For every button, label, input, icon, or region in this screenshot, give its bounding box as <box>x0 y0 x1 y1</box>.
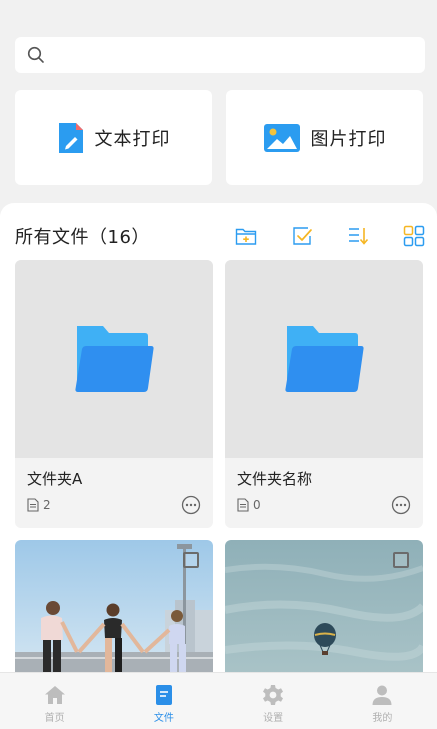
folder-card[interactable]: 文件夹名称 0 <box>225 260 423 528</box>
folder-card[interactable]: 文件夹A 2 <box>15 260 213 528</box>
tab-profile-label: 我的 <box>372 713 393 724</box>
text-print-label: 文本打印 <box>94 128 171 150</box>
grid-view-icon[interactable] <box>403 225 425 247</box>
file-count: 0 <box>237 498 261 512</box>
tab-home-label: 首页 <box>44 713 65 724</box>
multi-select-icon[interactable] <box>291 225 313 247</box>
more-options-icon[interactable] <box>181 495 201 515</box>
files-title: 所有文件（16） <box>15 227 150 248</box>
search-icon <box>27 46 44 63</box>
search-input[interactable] <box>55 43 415 67</box>
image-print-button[interactable]: 图片打印 <box>226 90 423 185</box>
tab-home[interactable]: 首页 <box>0 673 109 729</box>
photo-card[interactable] <box>15 540 213 673</box>
file-count-value: 0 <box>253 498 261 512</box>
document-icon <box>27 498 39 512</box>
folder-name: 文件夹A <box>27 470 83 488</box>
photo-card[interactable] <box>225 540 423 673</box>
bottom-tab-bar: 首页 文件 设置 我的 <box>0 672 437 729</box>
select-checkbox[interactable] <box>183 552 199 568</box>
folder-name: 文件夹名称 <box>237 470 313 488</box>
tab-settings-label: 设置 <box>263 713 284 724</box>
search-bar[interactable] <box>15 37 425 73</box>
document-icon <box>237 498 249 512</box>
folder-meta: 文件夹A 2 <box>15 458 213 528</box>
files-panel: 所有文件（16） 文件夹A 2 文件夹名称 0 <box>0 203 437 673</box>
text-print-button[interactable]: 文本打印 <box>15 90 212 185</box>
tab-files-label: 文件 <box>153 713 174 724</box>
files-header: 所有文件（16） <box>15 223 425 249</box>
user-icon <box>372 685 392 705</box>
select-checkbox[interactable] <box>393 552 409 568</box>
tab-profile[interactable]: 我的 <box>328 673 437 729</box>
new-folder-icon[interactable] <box>235 225 257 247</box>
folder-icon <box>285 326 364 392</box>
file-icon <box>155 685 172 705</box>
folder-thumbnail <box>15 260 213 458</box>
sort-icon[interactable] <box>347 225 369 247</box>
tab-files[interactable]: 文件 <box>109 673 218 729</box>
home-icon <box>44 686 65 704</box>
file-count-value: 2 <box>43 498 51 512</box>
gear-icon <box>263 685 284 705</box>
more-options-icon[interactable] <box>391 495 411 515</box>
image-print-label: 图片打印 <box>310 128 387 150</box>
folder-meta: 文件夹名称 0 <box>225 458 423 528</box>
folder-thumbnail <box>225 260 423 458</box>
document-edit-icon <box>58 122 83 153</box>
tab-settings[interactable]: 设置 <box>219 673 328 729</box>
image-icon <box>263 123 300 152</box>
file-count: 2 <box>27 498 51 512</box>
folder-icon <box>75 326 154 392</box>
